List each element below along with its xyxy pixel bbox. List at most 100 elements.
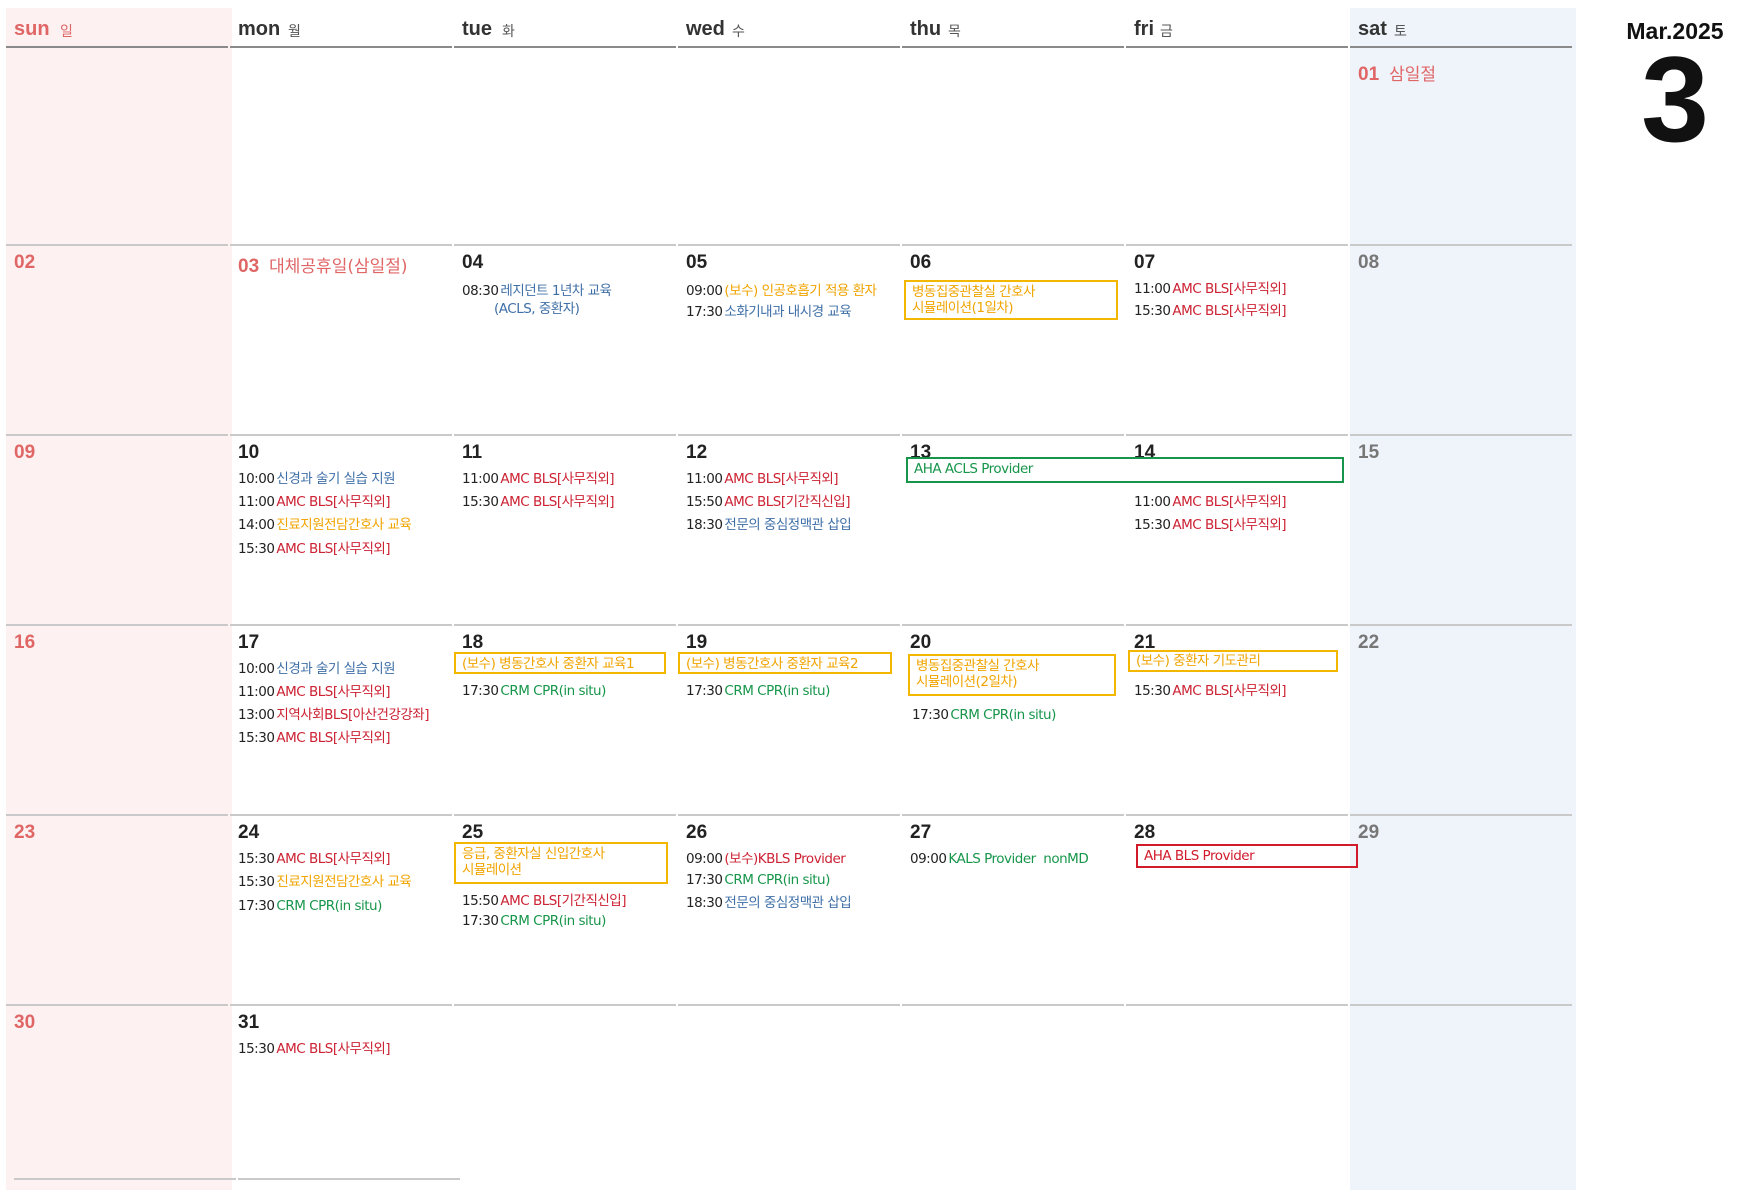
day-cell-07[interactable]: 07 11:00 AMC BLS[사무직외] 15:30 AMC BLS[사무직외] bbox=[1126, 244, 1348, 434]
day-number: 19 bbox=[686, 632, 708, 653]
day-cell-08[interactable]: 08 bbox=[1350, 244, 1572, 434]
event-item[interactable]: 11:00 AMC BLS[사무직외] bbox=[238, 493, 391, 512]
weekday-header-mon: mon 월 bbox=[230, 8, 452, 48]
day-number: 17 bbox=[238, 632, 260, 653]
event-item[interactable]: 15:30 AMC BLS[사무직외] bbox=[238, 1040, 391, 1059]
event-item[interactable]: 11:00 AMC BLS[사무직외] bbox=[686, 470, 839, 489]
day-cell-22[interactable]: 22 bbox=[1350, 624, 1572, 814]
event-item[interactable]: 09:00 KALS Provider nonMD bbox=[910, 850, 1089, 869]
day-number: 04 bbox=[462, 252, 484, 273]
event-item[interactable]: 10:00 신경과 술기 실습 지원 bbox=[238, 470, 396, 489]
day-number: 23 bbox=[14, 822, 36, 843]
event-box[interactable]: (보수) 병동간호사 중환자 교육2 bbox=[678, 652, 892, 674]
event-item[interactable]: 08:30 레지던트 1년차 교육 bbox=[462, 282, 612, 301]
day-cell-29[interactable]: 29 bbox=[1350, 814, 1572, 1004]
day-cell-01[interactable]: 01 삼일절 bbox=[1350, 54, 1572, 244]
weekday-en: thu bbox=[910, 18, 942, 40]
event-item[interactable]: 17:30 CRM CPR(in situ) bbox=[238, 897, 382, 916]
event-item[interactable]: 11:00 AMC BLS[사무직외] bbox=[238, 683, 391, 702]
weekday-header-wed: wed 수 bbox=[678, 8, 900, 48]
day-number: 06 bbox=[910, 252, 932, 273]
day-cell-18[interactable]: 18 (보수) 병동간호사 중환자 교육1 17:30 CRM CPR(in si… bbox=[454, 624, 676, 814]
day-cell-02[interactable]: 02 bbox=[6, 244, 228, 434]
weekday-en: fri bbox=[1134, 18, 1154, 40]
day-number: 08 bbox=[1358, 252, 1380, 273]
event-item[interactable]: 15:50 AMC BLS[기간직신입] bbox=[686, 493, 850, 512]
event-item[interactable]: 17:30 CRM CPR(in situ) bbox=[686, 682, 830, 701]
day-cell-03[interactable]: 03 대체공휴일(삼일절) bbox=[230, 244, 452, 434]
holiday-label: 대체공휴일(삼일절) bbox=[269, 257, 408, 277]
day-number: 27 bbox=[910, 822, 932, 843]
event-item[interactable]: 09:00 (보수) 인공호흡기 적용 환자 bbox=[686, 282, 877, 301]
event-item[interactable]: 17:30 CRM CPR(in situ) bbox=[686, 871, 830, 890]
event-item[interactable]: 14:00 진료지원전담간호사 교육 bbox=[238, 516, 412, 535]
event-box[interactable]: 병동집중관찰실 간호사 시뮬레이션(1일차) bbox=[904, 280, 1118, 320]
event-item[interactable]: 15:30 AMC BLS[사무직외] bbox=[1134, 302, 1287, 321]
holiday-label: 삼일절 bbox=[1389, 65, 1437, 85]
event-item[interactable]: 15:30 AMC BLS[사무직외] bbox=[1134, 682, 1287, 701]
event-item[interactable]: 15:30 AMC BLS[사무직외] bbox=[1134, 516, 1287, 535]
day-cell-19[interactable]: 19 (보수) 병동간호사 중환자 교육2 17:30 CRM CPR(in si… bbox=[678, 624, 900, 814]
weekday-en: tue bbox=[462, 18, 492, 40]
event-item[interactable]: 18:30 전문의 중심정맥관 삽입 bbox=[686, 516, 852, 535]
weekday-en: sun bbox=[14, 18, 50, 40]
event-item[interactable]: 15:50 AMC BLS[기간직신입] bbox=[462, 892, 626, 911]
event-item[interactable]: 15:30 AMC BLS[사무직외] bbox=[238, 540, 391, 559]
day-cell-31[interactable]: 31 15:30 AMC BLS[사무직외] bbox=[230, 1004, 452, 1180]
event-item[interactable]: 17:30 CRM CPR(in situ) bbox=[462, 682, 606, 701]
event-box[interactable]: 병동집중관찰실 간호사 시뮬레이션(2일차) bbox=[908, 654, 1116, 696]
day-cell-16[interactable]: 16 bbox=[6, 624, 228, 814]
event-item[interactable]: 11:00 AMC BLS[사무직외] bbox=[1134, 493, 1287, 512]
weekday-header-fri: fri 금 bbox=[1126, 8, 1348, 48]
day-cell-30[interactable]: 30 bbox=[6, 1004, 228, 1180]
bottom-divider bbox=[238, 1178, 460, 1180]
event-item[interactable]: 11:00 AMC BLS[사무직외] bbox=[1134, 280, 1287, 299]
day-cell-empty bbox=[454, 1004, 676, 1180]
day-cell-25[interactable]: 25 응급, 중환자실 신입간호사 시뮬레이션 15:50 AMC BLS[기간직신… bbox=[454, 814, 676, 1004]
event-item[interactable]: 17:30 CRM CPR(in situ) bbox=[462, 912, 606, 931]
event-item[interactable]: 09:00 (보수)KBLS Provider bbox=[686, 850, 846, 869]
event-item[interactable]: 13:00 지역사회BLS[아산건강강좌] bbox=[238, 706, 429, 725]
day-cell-empty bbox=[1350, 1004, 1572, 1180]
day-cell-17[interactable]: 17 10:00 신경과 술기 실습 지원 11:00 AMC BLS[사무직외] … bbox=[230, 624, 452, 814]
day-number: 03 대체공휴일(삼일절) bbox=[238, 256, 408, 277]
day-cell-05[interactable]: 05 09:00 (보수) 인공호흡기 적용 환자 17:30 소화기내과 내시경 … bbox=[678, 244, 900, 434]
day-cell-24[interactable]: 24 15:30 AMC BLS[사무직외] 15:30 진료지원전담간호사 교육 … bbox=[230, 814, 452, 1004]
day-cell-23[interactable]: 23 bbox=[6, 814, 228, 1004]
day-cell-28[interactable]: 28 AHA BLS Provider bbox=[1126, 814, 1358, 1004]
day-cell-12[interactable]: 12 11:00 AMC BLS[사무직외] 15:50 AMC BLS[기간직신입… bbox=[678, 434, 900, 624]
day-cell-10[interactable]: 10 10:00 신경과 술기 실습 지원 11:00 AMC BLS[사무직외] … bbox=[230, 434, 452, 624]
day-number: 30 bbox=[14, 1012, 36, 1033]
event-item[interactable]: 18:30 전문의 중심정맥관 삽입 bbox=[686, 894, 852, 913]
day-cell-empty bbox=[902, 1004, 1124, 1180]
day-cell-21[interactable]: 21 (보수) 중환자 기도관리 15:30 AMC BLS[사무직외] bbox=[1126, 624, 1348, 814]
day-number: 09 bbox=[14, 442, 36, 463]
day-cell-15[interactable]: 15 bbox=[1350, 434, 1572, 624]
event-item[interactable]: 17:30 CRM CPR(in situ) bbox=[912, 706, 1056, 725]
day-cell-09[interactable]: 09 bbox=[6, 434, 228, 624]
event-item[interactable]: 15:30 AMC BLS[사무직외] bbox=[462, 493, 615, 512]
event-item[interactable]: 11:00 AMC BLS[사무직외] bbox=[462, 470, 615, 489]
event-span-box[interactable]: AHA ACLS Provider bbox=[906, 457, 1344, 483]
event-item[interactable]: 17:30 소화기내과 내시경 교육 bbox=[686, 303, 852, 322]
month-badge: Mar.2025 3 bbox=[1605, 18, 1745, 160]
event-box[interactable]: AHA BLS Provider bbox=[1136, 844, 1358, 868]
calendar-grid: sun 일 mon 월 tue 화 wed 수 thu 목 fri 금 sat 토 01 삼일절… bbox=[6, 8, 1576, 1190]
day-cell-06[interactable]: 06 병동집중관찰실 간호사 시뮬레이션(1일차) bbox=[902, 244, 1124, 434]
event-item[interactable]: 15:30 진료지원전담간호사 교육 bbox=[238, 873, 412, 892]
day-cell-04[interactable]: 04 08:30 레지던트 1년차 교육 (ACLS, 중환자) bbox=[454, 244, 676, 434]
event-item[interactable]: 10:00 신경과 술기 실습 지원 bbox=[238, 660, 396, 679]
day-cell-26[interactable]: 26 09:00 (보수)KBLS Provider 17:30 CRM CPR(i… bbox=[678, 814, 900, 1004]
event-item[interactable]: 15:30 AMC BLS[사무직외] bbox=[238, 729, 391, 748]
day-cell-11[interactable]: 11 11:00 AMC BLS[사무직외] 15:30 AMC BLS[사무직외] bbox=[454, 434, 676, 624]
bottom-divider bbox=[14, 1178, 236, 1180]
day-cell-20[interactable]: 20 병동집중관찰실 간호사 시뮬레이션(2일차) 17:30 CRM CPR(in… bbox=[902, 624, 1124, 814]
day-number: 22 bbox=[1358, 632, 1380, 653]
weekday-ko: 화 bbox=[502, 24, 515, 40]
event-box[interactable]: (보수) 병동간호사 중환자 교육1 bbox=[454, 652, 666, 674]
event-box[interactable]: 응급, 중환자실 신입간호사 시뮬레이션 bbox=[454, 842, 668, 884]
event-item[interactable]: 15:30 AMC BLS[사무직외] bbox=[238, 850, 391, 869]
event-box[interactable]: (보수) 중환자 기도관리 bbox=[1128, 650, 1338, 672]
day-cell-27[interactable]: 27 09:00 KALS Provider nonMD bbox=[902, 814, 1124, 1004]
day-number: 07 bbox=[1134, 252, 1156, 273]
